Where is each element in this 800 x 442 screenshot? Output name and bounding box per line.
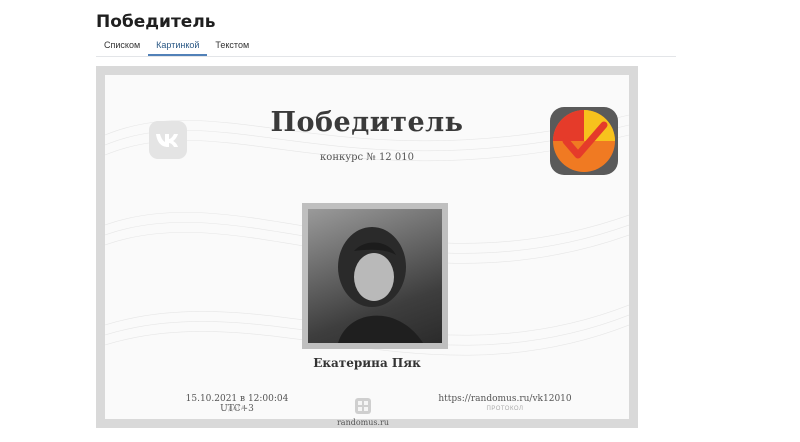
tab-picture[interactable]: Картинкой	[148, 36, 208, 56]
view-tabs: Списком Картинкой Текстом	[96, 36, 676, 57]
certificate-frame: Победитель конкурс № 12 010 Екатерина Пя…	[96, 66, 638, 428]
winner-name: Екатерина Пяк	[313, 356, 421, 370]
winner-photo-frame	[302, 203, 448, 349]
site-name: randomus.ru	[336, 418, 390, 427]
certificate-card: Победитель конкурс № 12 010 Екатерина Пя…	[105, 75, 629, 419]
winner-photo	[308, 209, 442, 343]
page-title: Победитель	[96, 12, 216, 32]
draw-date-label: ДАТА	[228, 406, 246, 412]
protocol-label: ПРОТОКОЛ	[486, 406, 524, 412]
tab-list[interactable]: Списком	[96, 36, 148, 56]
randomus-logo-icon	[355, 398, 371, 414]
checkmark-badge-icon	[550, 107, 618, 175]
tab-text[interactable]: Текстом	[207, 36, 257, 56]
protocol-link[interactable]: https://randomus.ru/vk12010	[435, 394, 575, 404]
